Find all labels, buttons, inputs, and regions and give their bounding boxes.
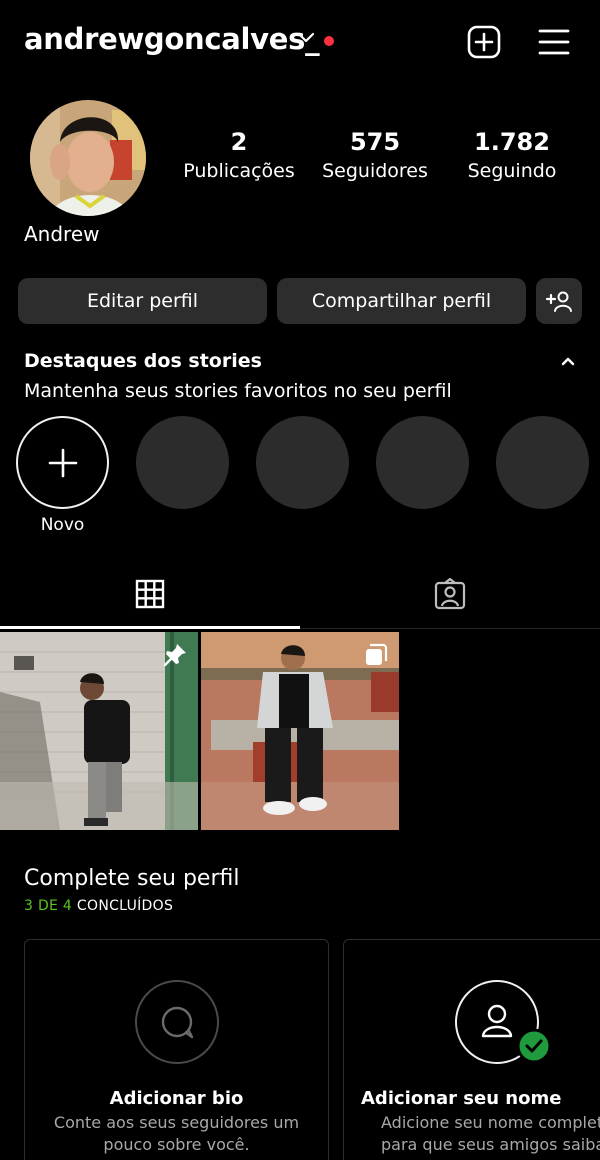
avatar[interactable]	[30, 100, 146, 216]
bio-icon-circle	[135, 980, 219, 1064]
stat-value: 1.782	[474, 128, 550, 156]
new-post-icon[interactable]	[466, 24, 502, 60]
pin-icon	[163, 644, 186, 667]
chevron-down-icon[interactable]	[297, 32, 315, 44]
add-person-icon	[545, 291, 572, 312]
new-highlight-label: Novo	[40, 515, 85, 535]
stat-label: Seguindo	[467, 160, 557, 182]
selected-tab-indicator	[0, 626, 300, 629]
highlight-placeholder	[136, 416, 229, 509]
discover-people-button[interactable]	[536, 278, 582, 324]
tab-posts-grid[interactable]	[0, 560, 300, 628]
highlight-placeholder	[496, 416, 589, 509]
highlight-placeholder	[376, 416, 469, 509]
carousel-icon	[366, 643, 388, 665]
stat-label: Seguidores	[322, 160, 428, 182]
new-highlight-button[interactable]	[16, 416, 109, 509]
card-title: Adicionar bio	[109, 1088, 244, 1109]
stat-value: 2	[230, 128, 248, 156]
grid-icon	[135, 579, 165, 609]
plus-icon	[48, 448, 77, 477]
complete-profile-title: Complete seu perfil	[24, 866, 240, 891]
card-title: Adicionar seu nome	[361, 1088, 562, 1109]
post-thumbnail[interactable]	[0, 632, 198, 830]
display-name: Andrew	[24, 222, 100, 246]
progress-rest: CONCLUÍDOS	[76, 898, 174, 914]
highlights-title: Destaques dos stories	[24, 350, 262, 372]
chevron-up-icon[interactable]	[560, 355, 576, 367]
stat-posts[interactable]: 2 Publicações	[164, 128, 314, 182]
notification-dot	[324, 36, 334, 46]
share-profile-button[interactable]: Compartilhar perfil	[277, 278, 526, 324]
card-description: Adicione seu nome complet para que seus …	[381, 1113, 600, 1154]
stat-label: Publicações	[183, 160, 295, 182]
stat-value: 575	[349, 128, 401, 156]
highlight-placeholder	[256, 416, 349, 509]
stat-followers[interactable]: 575 Seguidores	[300, 128, 450, 182]
complete-profile-progress: 3 DE 4 CONCLUÍDOS	[24, 898, 173, 914]
menu-icon[interactable]	[536, 24, 572, 60]
stat-following[interactable]: 1.782 Seguindo	[437, 128, 587, 182]
speech-bubble-icon	[161, 1006, 194, 1039]
tagged-user-icon	[434, 577, 466, 610]
highlights-subtitle: Mantenha seus stories favoritos no seu p…	[24, 380, 452, 402]
tab-tagged[interactable]	[300, 560, 600, 628]
add-bio-card[interactable]: Adicionar bio Conte aos seus seguidores …	[24, 939, 329, 1160]
add-name-card[interactable]: Adicionar seu nome Adicione seu nome com…	[343, 939, 600, 1160]
profile-header: andrewgoncalves_	[0, 0, 600, 84]
edit-profile-button[interactable]: Editar perfil	[18, 278, 267, 324]
username-switcher[interactable]: andrewgoncalves_	[24, 22, 320, 56]
checkmark-badge-icon	[516, 1028, 552, 1064]
card-description: Conte aos seus seguidores um pouco sobre…	[53, 1113, 300, 1154]
post-thumbnail[interactable]	[201, 632, 399, 830]
progress-done: 3 DE 4	[24, 898, 73, 914]
